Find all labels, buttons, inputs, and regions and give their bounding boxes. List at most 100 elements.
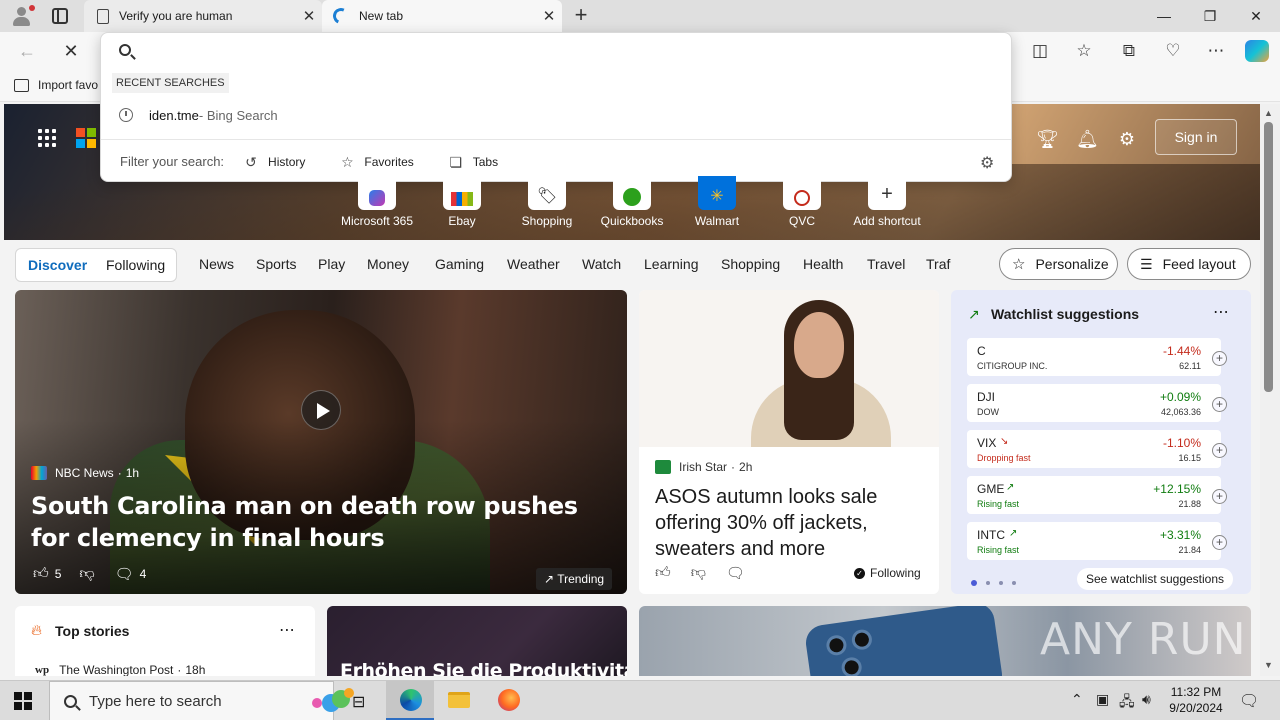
tab-verify-human[interactable]: Verify you are human ✕ (84, 0, 322, 32)
stop-loading-button[interactable]: ✕ (56, 36, 86, 66)
more-options-icon[interactable]: ⋯ (1213, 302, 1229, 322)
notifications-bell-icon[interactable]: 🔔︎ (1076, 128, 1099, 150)
shortcut-ebay[interactable]: Ebay (422, 176, 502, 228)
new-tab-button[interactable]: + (569, 4, 593, 28)
nav-learning[interactable]: Learning (644, 256, 699, 272)
story-source: Irish Star · 2h (655, 460, 752, 474)
comment-icon[interactable]: 🗨︎ (115, 565, 134, 583)
device-icon[interactable]: ▣ (1096, 691, 1109, 708)
tab-new-tab[interactable]: New tab ✕ (322, 0, 562, 32)
firefox-icon[interactable] (484, 681, 532, 720)
nav-watch[interactable]: Watch (582, 256, 621, 272)
watchlist-row[interactable]: GME ↗ Rising fast +12.15% 21.88 (967, 476, 1221, 514)
taskbar-clock[interactable]: 11:32 PM 9/20/2024 (1164, 684, 1228, 716)
nav-sports[interactable]: Sports (256, 256, 296, 272)
shortcut-shopping[interactable]: 🏷︎ Shopping (507, 176, 587, 228)
profile-icon[interactable] (8, 4, 35, 28)
copilot-icon[interactable] (1245, 40, 1269, 62)
show-hidden-icons[interactable]: ⌃ (1071, 691, 1083, 708)
comment-icon[interactable]: 🗨︎ (726, 564, 745, 582)
shortcut-qvc[interactable]: QVC (762, 176, 842, 228)
carousel-dots[interactable] (971, 574, 1025, 589)
main-story-card[interactable]: NBC News · 1h South Carolina man on deat… (15, 290, 627, 594)
star-icon: ☆ (341, 153, 354, 170)
following-indicator[interactable]: ✓ Following (854, 566, 921, 580)
second-story-title[interactable]: ASOS autumn looks sale offering 30% off … (655, 484, 925, 562)
windows-start-icon[interactable] (14, 692, 32, 710)
personalize-button[interactable]: ☆ Personalize (999, 248, 1118, 280)
nav-money[interactable]: Money (367, 256, 409, 272)
scrollbar-thumb[interactable] (1264, 122, 1273, 392)
watchlist-row[interactable]: INTC ↗ Rising fast +3.31% 21.84 (967, 522, 1221, 560)
nav-play[interactable]: Play (318, 256, 345, 272)
settings-gear-icon[interactable]: ⚙ (1116, 128, 1138, 150)
edge-taskbar-icon[interactable] (386, 681, 434, 720)
address-bar[interactable] (101, 33, 1011, 71)
nav-gaming[interactable]: Gaming (435, 256, 484, 272)
scroll-up-icon[interactable]: ▲ (1264, 108, 1273, 118)
more-options-icon[interactable]: ⋯ (279, 620, 295, 640)
add-shortcut-button[interactable]: + Add shortcut (847, 176, 927, 228)
browser-essentials-icon[interactable]: ♡ (1161, 40, 1185, 62)
add-to-watchlist-icon[interactable]: + (1212, 535, 1227, 550)
add-to-watchlist-icon[interactable]: + (1212, 443, 1227, 458)
more-menu-icon[interactable]: ⋯ (1204, 40, 1228, 62)
notifications-icon[interactable]: 🗨︎ (1239, 691, 1259, 711)
back-button[interactable]: ← (12, 36, 42, 66)
nav-travel[interactable]: Travel (867, 256, 905, 272)
sign-in-button[interactable]: Sign in (1155, 119, 1237, 155)
split-screen-icon[interactable]: ◫ (1028, 40, 1052, 62)
see-watchlist-button[interactable]: See watchlist suggestions (1077, 568, 1233, 590)
settings-gear-icon[interactable]: ⚙ (980, 153, 994, 173)
recent-search-item[interactable]: iden.tme - Bing Search (101, 101, 1011, 129)
favorites-star-icon[interactable]: ☆ (1072, 40, 1096, 62)
dislike-icon[interactable]: 👎︎ (79, 565, 94, 583)
watchlist-row[interactable]: C CITIGROUP INC. -1.44% 62.11 (967, 338, 1221, 376)
close-window-button[interactable]: ✕ (1233, 0, 1279, 32)
nav-traffic[interactable]: Traf (926, 256, 950, 272)
shortcut-walmart[interactable]: ✳ Walmart (677, 176, 757, 228)
filter-favorites[interactable]: ☆ Favorites (339, 153, 414, 170)
task-view-icon[interactable]: ⊟ (336, 681, 384, 720)
scroll-down-icon[interactable]: ▼ (1264, 660, 1273, 670)
feed-layout-button[interactable]: ☰ Feed layout (1127, 248, 1251, 280)
tab-following[interactable]: Following (106, 257, 165, 273)
nav-news[interactable]: News (199, 256, 234, 272)
file-explorer-icon[interactable] (435, 681, 483, 720)
rewards-trophy-icon[interactable]: 🏆︎ (1036, 128, 1059, 150)
restore-button[interactable]: ❐ (1187, 0, 1233, 32)
add-to-watchlist-icon[interactable]: + (1212, 397, 1227, 412)
nav-weather[interactable]: Weather (507, 256, 560, 272)
add-to-watchlist-icon[interactable]: + (1212, 489, 1227, 504)
tab-discover[interactable]: Discover (28, 257, 87, 273)
filter-tabs[interactable]: ❏ Tabs (448, 155, 498, 169)
watchlist-row[interactable]: VIX ↘ Dropping fast -1.10% 16.15 (967, 430, 1221, 468)
ticker-change: +0.09% (1159, 390, 1201, 404)
taskbar-search[interactable]: Type here to search (49, 681, 354, 720)
dislike-icon[interactable]: 👎︎ (691, 564, 706, 582)
promo-card[interactable]: Erhöhen Sie die Produktivität (327, 606, 627, 676)
nav-shopping[interactable]: Shopping (721, 256, 780, 272)
minimize-button[interactable]: — (1141, 0, 1187, 32)
shortcut-microsoft365[interactable]: Microsoft 365 (337, 176, 417, 228)
app-launcher-icon[interactable] (38, 129, 56, 147)
collections-icon[interactable]: ⧉ (1117, 40, 1141, 62)
like-icon[interactable]: 👍︎ (33, 565, 49, 583)
main-story-title[interactable]: South Carolina man on death row pushes f… (31, 490, 591, 554)
second-story-card[interactable]: Irish Star · 2h ASOS autumn looks sale o… (639, 290, 939, 594)
volume-icon[interactable]: 🔊︎ (1142, 691, 1151, 708)
add-to-watchlist-icon[interactable]: + (1212, 351, 1227, 366)
play-video-icon[interactable] (301, 390, 341, 430)
nav-health[interactable]: Health (803, 256, 843, 272)
close-tab-icon[interactable]: ✕ (296, 7, 322, 25)
import-favorites-item[interactable]: Import favo (14, 78, 98, 92)
filter-history[interactable]: ↺ History (243, 155, 305, 169)
watchlist-row[interactable]: DJI DOW +0.09% 42,063.36 (967, 384, 1221, 422)
like-icon[interactable]: 👍︎ (655, 564, 671, 582)
network-icon[interactable]: 🖧︎ (1119, 691, 1135, 715)
tab-actions-icon[interactable] (52, 8, 68, 24)
shortcut-quickbooks[interactable]: Quickbooks (592, 176, 672, 228)
close-tab-icon[interactable]: ✕ (536, 7, 562, 25)
clock-date: 9/20/2024 (1169, 701, 1223, 715)
page-scrollbar[interactable]: ▲ ▼ (1260, 104, 1280, 676)
